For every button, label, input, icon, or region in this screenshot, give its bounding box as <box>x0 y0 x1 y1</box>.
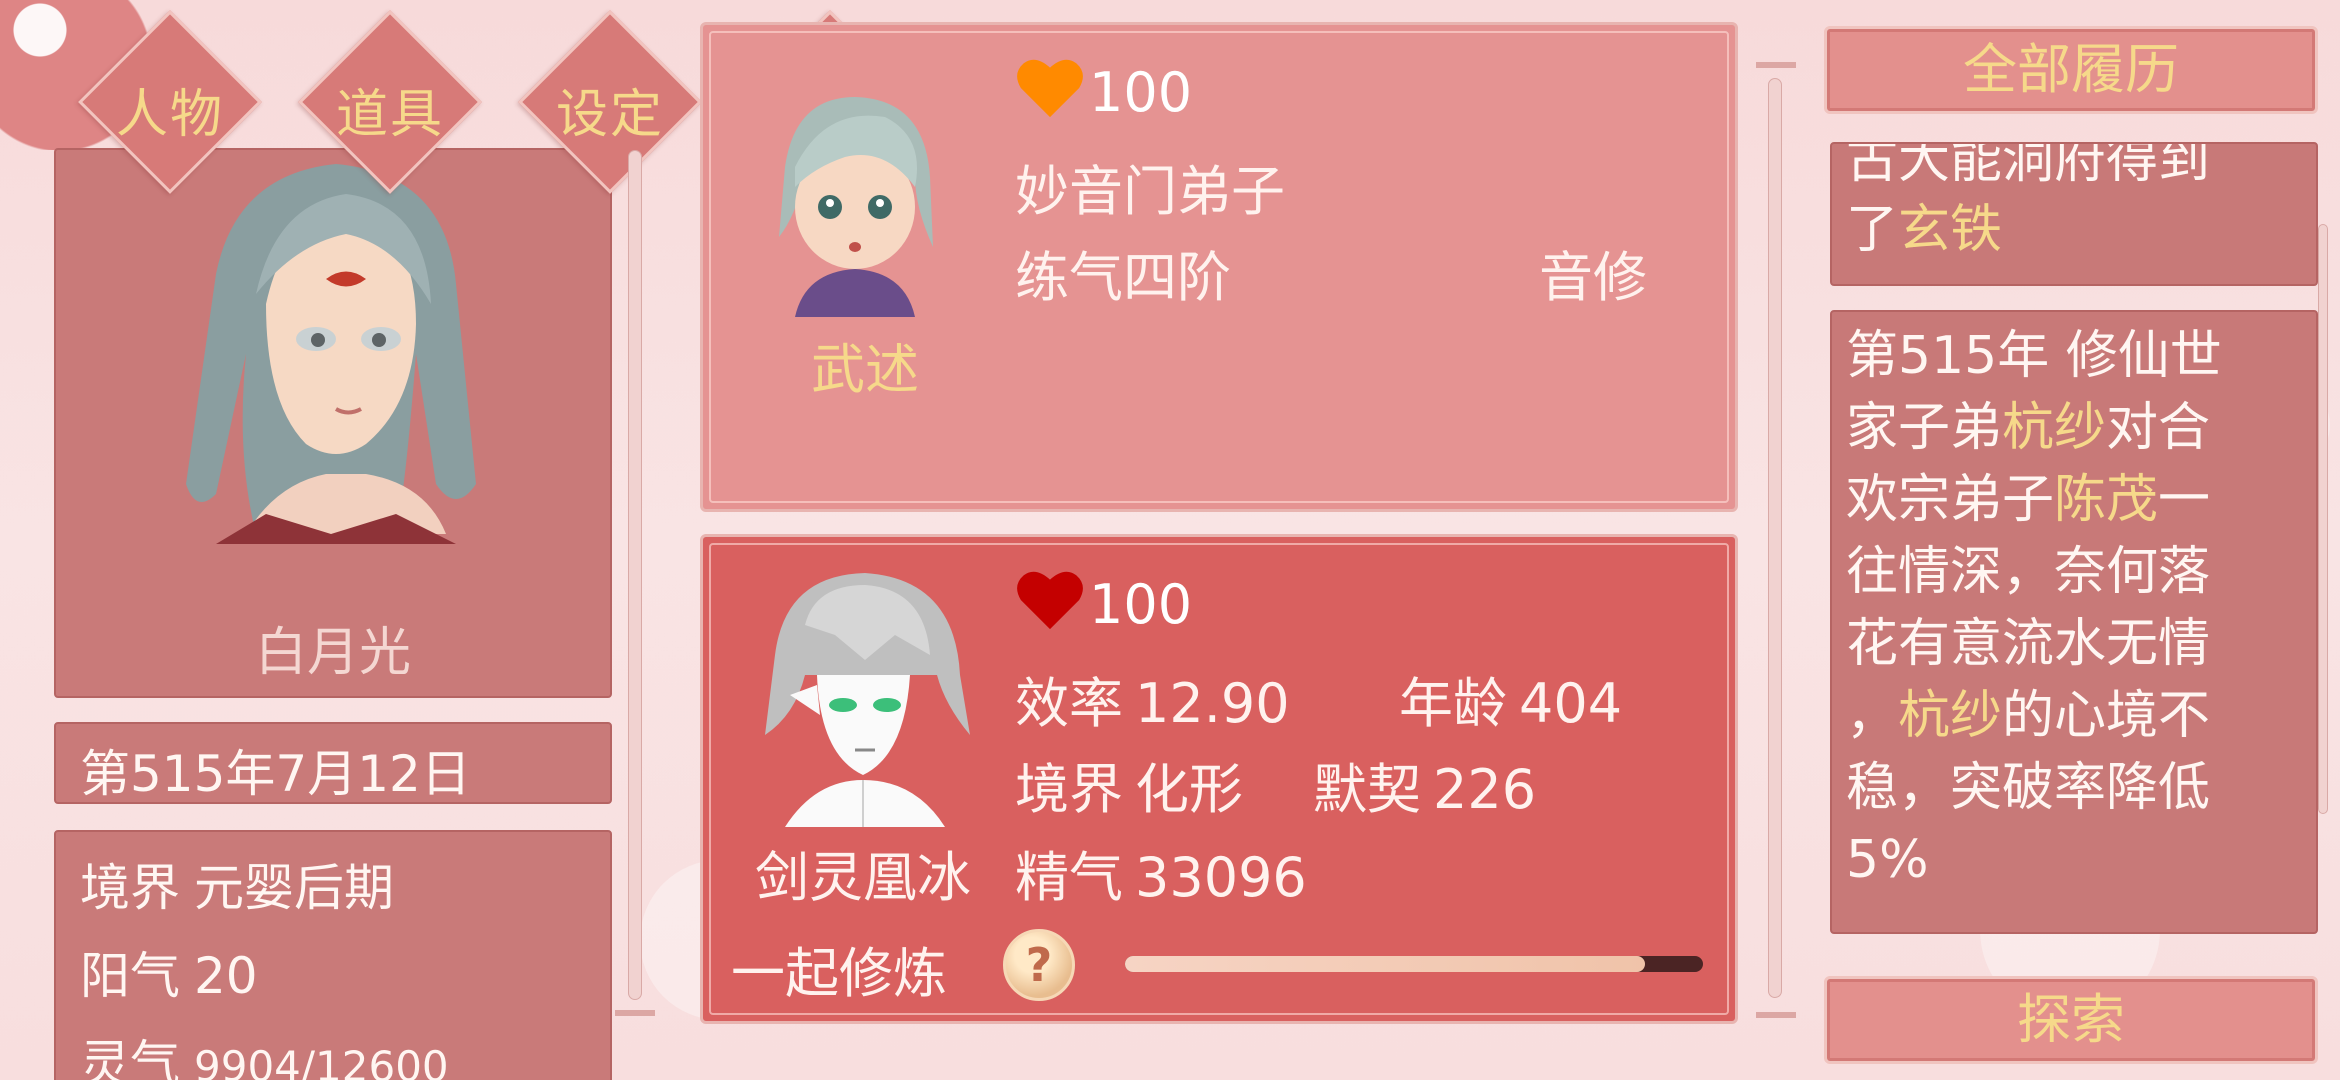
tab-characters[interactable]: 人物 <box>70 10 262 194</box>
character-portrait <box>186 164 476 544</box>
all-history-button[interactable]: 全部履历 <box>1824 26 2318 114</box>
bond-value: 226 <box>1433 758 1537 821</box>
tab-settings[interactable]: 设定 <box>510 10 702 194</box>
spirit-value: 9904/12600 <box>194 1042 449 1080</box>
log-entry-line: 家子弟杭纱对合 <box>1846 392 2210 464</box>
affection-value: 100 <box>1089 573 1193 636</box>
realm-stat: 境界 化形 <box>1015 745 1243 824</box>
companion-avatar <box>779 97 933 317</box>
companion-card[interactable]: 武述 100 妙音门弟子 练气四阶 音修 <box>700 22 1738 512</box>
realm-label: 境界 <box>1015 758 1123 821</box>
log-entry-text: 的心境不 <box>2002 686 2211 746</box>
history-log-entry: 第515年 修仙世 家子弟杭纱对合 欢宗弟子陈茂一 往情深，奈何落 花有意流水无… <box>1830 310 2318 934</box>
practice-progress-bar <box>1125 956 1703 972</box>
log-entry-line: ，杭纱的心境不 <box>1846 680 2210 752</box>
log-entry-name-highlight: 陈茂 <box>2054 470 2159 530</box>
realm-stat: 境界 元婴后期 <box>80 848 394 920</box>
scrollbar-cap <box>1756 1012 1796 1018</box>
log-entry-line: 欢宗弟子陈茂一 <box>1846 464 2210 536</box>
log-entry-line: 5% <box>1846 830 1929 890</box>
character-portrait-panel[interactable]: 白月光 <box>54 148 612 698</box>
log-entry-name-highlight: 杭纱 <box>2002 398 2107 458</box>
essence-label: 精气 <box>1015 846 1123 909</box>
explore-button[interactable]: 探索 <box>1824 976 2318 1064</box>
companion-title: 妙音门弟子 <box>1015 160 1285 223</box>
companion-name: 剑灵凰冰 <box>755 846 971 909</box>
left-scrollbar[interactable] <box>628 150 642 1000</box>
log-entry-name-highlight: 杭纱 <box>1898 686 2003 746</box>
character-name: 白月光 <box>254 623 411 683</box>
practice-together-label: 一起修炼 <box>731 942 947 1005</box>
companion-avatar <box>765 573 970 827</box>
yang-value: 20 <box>194 947 258 1005</box>
middle-scrollbar[interactable] <box>1768 78 1782 998</box>
companion-name: 武述 <box>811 338 919 401</box>
log-entry-text: ， <box>1846 686 1899 746</box>
efficiency-stat: 效率 12.90 <box>1015 659 1290 738</box>
log-entry-line: 稳，突破率降低 <box>1846 758 2211 818</box>
companion-stage: 练气四阶 <box>1015 246 1231 309</box>
log-entry-line: 第515年 修仙世 <box>1846 326 2222 386</box>
history-scrollbar[interactable] <box>2318 224 2328 814</box>
affection-value: 100 <box>1089 61 1193 124</box>
age-label: 年龄 <box>1399 672 1507 735</box>
log-entry-line: 往情深，奈何落 <box>1846 542 2211 602</box>
essence-stat: 精气 33096 <box>1015 833 1307 912</box>
bond-stat: 默契 226 <box>1313 745 1536 824</box>
log-entry-item-highlight: 玄铁 <box>1898 200 2003 260</box>
log-entry-line: 了玄铁 <box>1846 194 2002 266</box>
realm-value: 元婴后期 <box>194 859 394 917</box>
companion-card-active[interactable]: 剑灵凰冰 100 效率 12.90 年龄 404 境界 化形 默契 226 精气 3309… <box>700 534 1738 1024</box>
log-entry-text: 欢宗弟子 <box>1846 470 2055 530</box>
scrollbar-cap <box>1756 62 1796 68</box>
tab-items[interactable]: 道具 <box>290 10 482 194</box>
log-entry-text: 家子弟 <box>1846 398 2003 458</box>
log-entry-text: 了 <box>1846 200 1899 260</box>
companion-path: 音修 <box>1539 246 1647 309</box>
log-entry-line: 花有意流水无情 <box>1846 614 2211 674</box>
realm-value: 化形 <box>1135 758 1243 821</box>
efficiency-label: 效率 <box>1015 672 1123 735</box>
heart-icon <box>1017 59 1083 118</box>
heart-icon <box>1017 571 1083 630</box>
log-entry-text: 一 <box>2158 470 2211 530</box>
stats-panel: 境界 元婴后期 阳气 20 灵气 9904/12600 <box>54 830 612 1080</box>
current-date: 第515年7月12日 <box>80 745 471 803</box>
scrollbar-cap <box>615 1010 655 1016</box>
practice-progress-fill <box>1125 956 1646 972</box>
tab-label: 设定 <box>555 85 664 145</box>
spirit-stat: 灵气 9904/12600 <box>80 1024 449 1080</box>
date-panel: 第515年7月12日 <box>54 722 612 804</box>
bond-label: 默契 <box>1313 758 1421 821</box>
tab-label: 道具 <box>335 85 444 145</box>
help-icon[interactable]: ? <box>1003 929 1075 1001</box>
essence-value: 33096 <box>1135 846 1307 909</box>
tab-label: 人物 <box>115 85 224 145</box>
yang-stat: 阳气 20 <box>80 936 258 1008</box>
yang-label: 阳气 <box>80 947 180 1005</box>
spirit-label: 灵气 <box>80 1035 180 1080</box>
history-log-entry: 古大能洞府得到 了玄铁 <box>1830 142 2318 286</box>
log-entry-text: 对合 <box>2106 398 2211 458</box>
log-entry-line: 古大能洞府得到 <box>1846 142 2211 190</box>
age-value: 404 <box>1519 672 1623 735</box>
age-stat: 年龄 404 <box>1399 659 1622 738</box>
realm-label: 境界 <box>80 859 180 917</box>
efficiency-value: 12.90 <box>1135 672 1290 735</box>
